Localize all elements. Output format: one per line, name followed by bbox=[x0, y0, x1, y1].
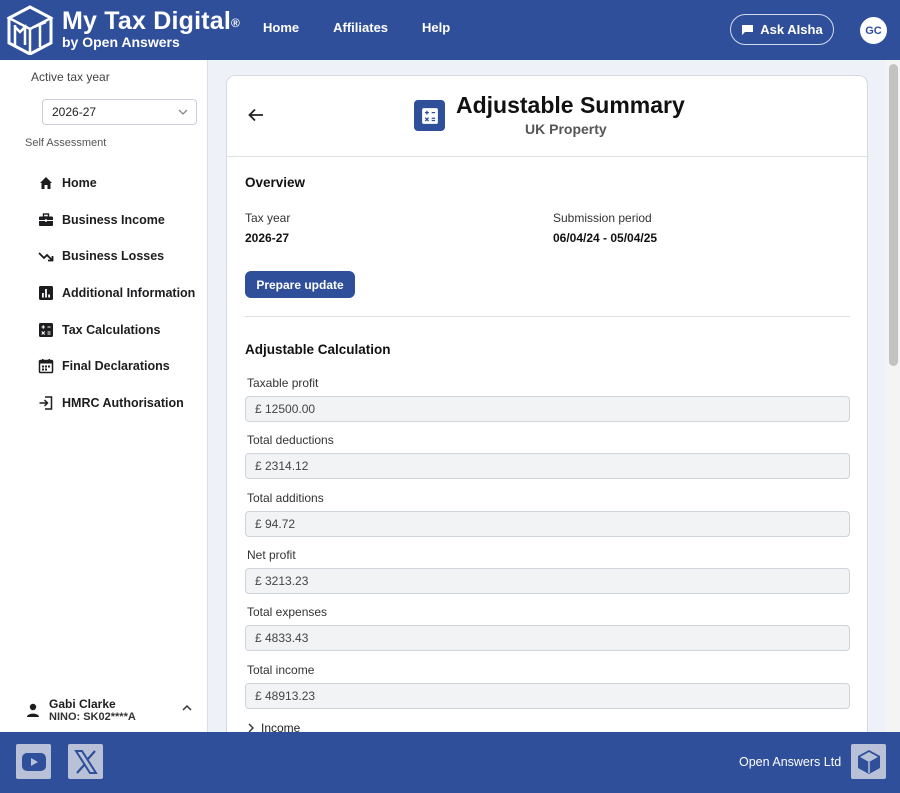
open-answers-logo-icon[interactable] bbox=[851, 744, 886, 779]
submission-period-value: 06/04/24 - 05/04/25 bbox=[553, 231, 658, 245]
card-header: Adjustable Summary UK Property bbox=[227, 76, 867, 157]
sidebar-item-label: Tax Calculations bbox=[62, 322, 161, 337]
chat-icon bbox=[742, 24, 754, 35]
footer-company: Open Answers Ltd bbox=[739, 755, 842, 769]
sidebar-item-additional-information[interactable]: Additional Information bbox=[38, 275, 195, 312]
nav-help[interactable]: Help bbox=[422, 20, 450, 35]
overview-title: Overview bbox=[245, 175, 306, 190]
tax-year-select-value: 2026-27 bbox=[52, 105, 97, 119]
total-additions-label: Total additions bbox=[247, 491, 324, 505]
user-profile[interactable]: Gabi Clarke NINO: SK02****A bbox=[25, 696, 200, 726]
sidebar-item-label: Business Losses bbox=[62, 249, 165, 264]
ask-aisha-label: Ask AIsha bbox=[760, 22, 823, 37]
self-assessment-label: Self Assessment bbox=[25, 137, 107, 149]
section-divider bbox=[245, 316, 850, 317]
sidebar-item-tax-calculations[interactable]: Tax Calculations bbox=[38, 311, 195, 348]
top-header: My Tax Digital® by Open Answers Home Aff… bbox=[0, 0, 900, 60]
sidebar-item-hmrc-authorisation[interactable]: HMRC Authorisation bbox=[38, 385, 195, 422]
briefcase-icon bbox=[38, 212, 54, 228]
calculator-icon bbox=[38, 322, 54, 338]
sidebar-item-label: Business Income bbox=[62, 212, 165, 227]
calendar-icon bbox=[38, 358, 54, 374]
ask-aisha-button[interactable]: Ask AIsha bbox=[730, 14, 834, 45]
total-expenses-label: Total expenses bbox=[247, 605, 328, 619]
total-additions-field[interactable]: £ 94.72 bbox=[245, 511, 850, 537]
youtube-icon[interactable] bbox=[16, 744, 51, 779]
main-nav: Home Affiliates Help bbox=[263, 20, 484, 35]
brand-registered-mark: ® bbox=[231, 16, 241, 30]
summary-card: Adjustable Summary UK Property Overview … bbox=[226, 75, 868, 745]
sidebar-item-home[interactable]: Home bbox=[38, 165, 195, 202]
net-profit-label: Net profit bbox=[247, 548, 296, 562]
submission-period-label: Submission period bbox=[553, 211, 652, 225]
person-icon bbox=[27, 703, 39, 717]
total-expenses-field[interactable]: £ 4833.43 bbox=[245, 625, 850, 651]
taxable-profit-field[interactable]: £ 12500.00 bbox=[245, 396, 850, 422]
sidebar-item-final-declarations[interactable]: Final Declarations bbox=[38, 348, 195, 385]
nav-affiliates[interactable]: Affiliates bbox=[333, 20, 388, 35]
total-income-label: Total income bbox=[247, 663, 315, 677]
trending-down-icon bbox=[38, 248, 54, 264]
sidebar-item-label: Additional Information bbox=[62, 286, 196, 301]
sidebar-menu: Home Business Income Business Losses Add… bbox=[38, 165, 195, 421]
home-icon bbox=[38, 175, 54, 191]
user-nino: NINO: SK02****A bbox=[49, 711, 136, 723]
taxable-profit-label: Taxable profit bbox=[247, 376, 319, 390]
sidebar-item-business-income[interactable]: Business Income bbox=[38, 202, 195, 239]
brand-subtitle: by Open Answers bbox=[62, 34, 180, 50]
total-deductions-label: Total deductions bbox=[247, 433, 334, 447]
login-icon bbox=[38, 395, 54, 411]
prepare-update-button[interactable]: Prepare update bbox=[245, 271, 355, 298]
adjustable-calculation-title: Adjustable Calculation bbox=[245, 342, 391, 357]
tax-year-select[interactable]: 2026-27 bbox=[42, 99, 197, 125]
nav-home[interactable]: Home bbox=[263, 20, 299, 35]
x-twitter-icon[interactable] bbox=[68, 744, 103, 779]
sidebar-item-label: HMRC Authorisation bbox=[62, 395, 184, 410]
sidebar-item-business-losses[interactable]: Business Losses bbox=[38, 238, 195, 275]
page-title: Adjustable Summary bbox=[456, 92, 685, 118]
page-scrollbar-thumb[interactable] bbox=[889, 64, 898, 366]
chevron-down-icon bbox=[178, 109, 188, 115]
brand-title: My Tax Digital bbox=[62, 7, 232, 35]
active-tax-year-label: Active tax year bbox=[31, 70, 110, 84]
back-arrow-icon[interactable] bbox=[247, 106, 265, 124]
user-name: Gabi Clarke bbox=[49, 697, 116, 711]
sidebar: Active tax year 2026-27 Self Assessment … bbox=[0, 60, 208, 732]
calculator-icon bbox=[414, 100, 445, 131]
bar-chart-icon bbox=[38, 285, 54, 301]
net-profit-field[interactable]: £ 3213.23 bbox=[245, 568, 850, 594]
brand-text[interactable]: My Tax Digital® by Open Answers bbox=[62, 7, 240, 49]
total-deductions-field[interactable]: £ 2314.12 bbox=[245, 453, 850, 479]
brand-logo-icon[interactable] bbox=[6, 5, 54, 56]
footer: Open Answers Ltd bbox=[0, 732, 900, 793]
tax-year-value: 2026-27 bbox=[245, 231, 290, 245]
sidebar-item-label: Final Declarations bbox=[62, 359, 170, 374]
total-income-field[interactable]: £ 48913.23 bbox=[245, 683, 850, 709]
user-avatar[interactable]: GC bbox=[860, 17, 887, 44]
tax-year-label: Tax year bbox=[245, 211, 291, 225]
chevron-up-icon[interactable] bbox=[182, 704, 192, 712]
sidebar-item-label: Home bbox=[62, 176, 97, 191]
page-subtitle: UK Property bbox=[525, 121, 607, 137]
